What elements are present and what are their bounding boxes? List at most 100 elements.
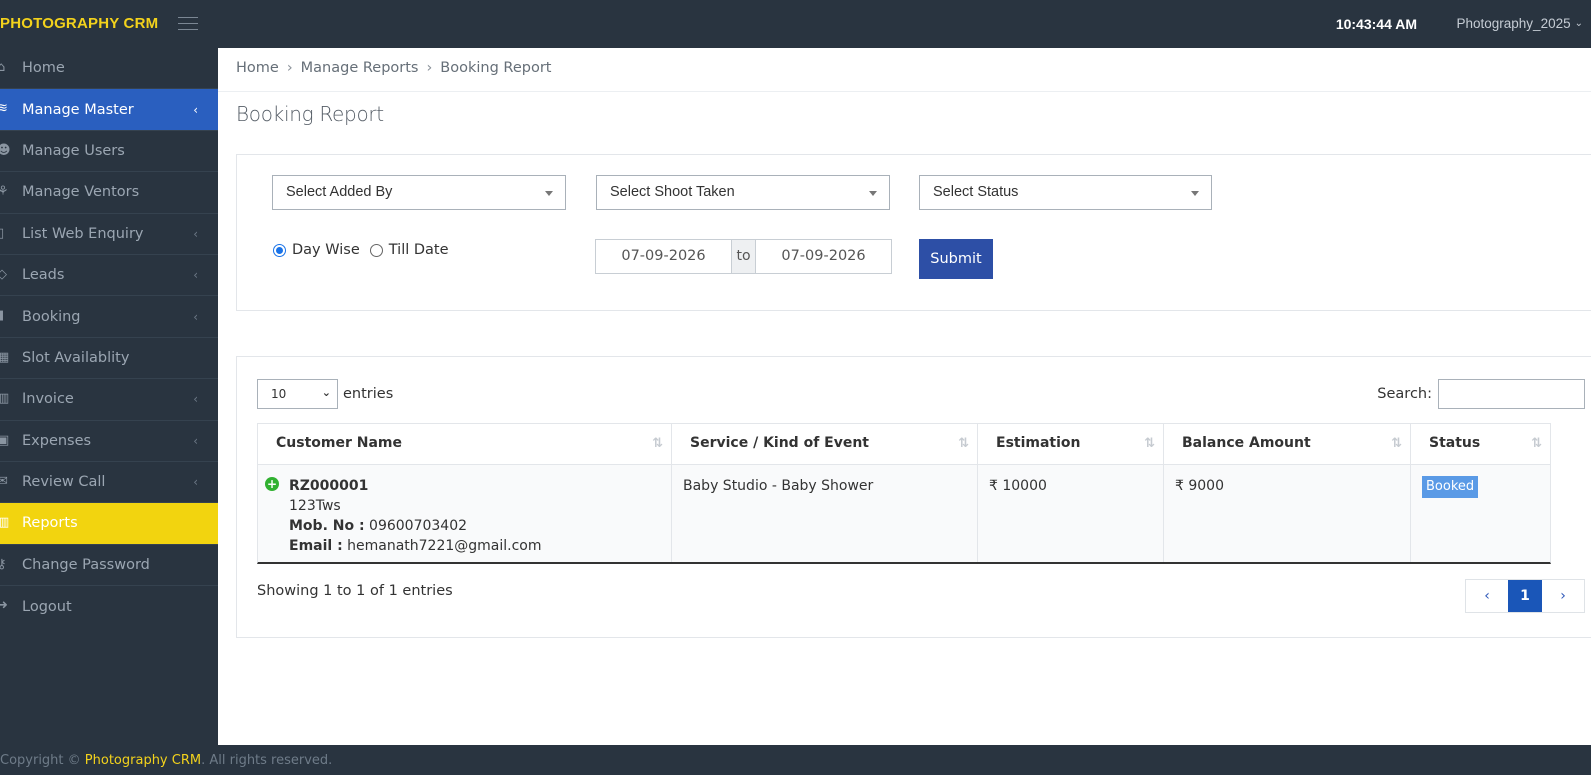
search-input[interactable] <box>1438 379 1585 409</box>
chevron-down-icon: ⌄ <box>321 386 331 399</box>
menu-toggle-icon[interactable] <box>178 17 198 31</box>
footer-copyright-suffix: . All rights reserved. <box>201 753 333 768</box>
column-header-label: Service / Kind of Event <box>690 435 869 451</box>
cell-balance-amount: ₹ 9000 <box>1164 465 1411 562</box>
sidebar-item-list-web-enquiry[interactable]: ▯ List Web Enquiry ‹ <box>0 214 218 255</box>
status-select[interactable]: Select Status <box>919 175 1212 210</box>
sidebar-item-logout[interactable]: ➜ Logout <box>0 586 218 627</box>
table-header-row: Customer Name ⇅ Service / Kind of Event … <box>257 423 1551 465</box>
entries-length-select[interactable]: 10 ⌄ <box>257 379 338 409</box>
bookmark-icon: ▮ <box>0 308 5 324</box>
sidebar-item-home[interactable]: ⌂ Home <box>0 48 218 90</box>
sidebar-item-leads[interactable]: ◇ Leads ‹ <box>0 255 218 297</box>
to-date-input[interactable]: 07-09-2026 <box>756 240 891 273</box>
added-by-select[interactable]: Select Added By <box>272 175 566 210</box>
email-label: Email : <box>289 538 343 554</box>
column-header-label: Status <box>1429 435 1481 451</box>
sidebar-item-reports[interactable]: ▥ Reports <box>0 503 218 545</box>
breadcrumb-home-link[interactable]: Home <box>236 60 279 76</box>
brand-logo-text[interactable]: PHOTOGRAPHY CRM <box>0 15 158 32</box>
list-icon: ▯ <box>0 225 5 241</box>
till-date-label[interactable]: Till Date <box>389 242 449 258</box>
column-header-status[interactable]: Status ⇅ <box>1411 424 1550 464</box>
status-select-value: Select Status <box>933 184 1019 200</box>
sidebar-item-manage-users[interactable]: ☻ Manage Users <box>0 131 218 173</box>
breadcrumb-current: Booking Report <box>440 60 552 76</box>
column-header-balance-amount[interactable]: Balance Amount ⇅ <box>1164 424 1411 464</box>
chevron-left-icon: ‹ <box>193 433 198 448</box>
column-header-label: Customer Name <box>276 435 402 451</box>
sidebar-item-review-call[interactable]: ✉ Review Call ‹ <box>0 462 218 504</box>
sidebar-item-booking[interactable]: ▮ Booking ‹ <box>0 296 218 338</box>
dropdown-arrow-icon <box>545 191 553 196</box>
search-label: Search: <box>1377 386 1432 402</box>
home-icon: ⌂ <box>0 60 6 75</box>
sidebar-item-manage-ventors[interactable]: ⚘ Manage Ventors <box>0 172 218 214</box>
chevron-left-icon: ‹ <box>193 309 198 324</box>
bar-chart-icon: ▥ <box>0 391 10 407</box>
cell-customer: + RZ000001 123Tws Mob. No : 09600703402 … <box>258 465 672 562</box>
from-date-input[interactable]: 07-09-2026 <box>596 240 731 273</box>
key-icon: ⚷ <box>0 556 7 572</box>
users-icon: ☻ <box>0 142 11 158</box>
day-wise-label[interactable]: Day Wise <box>292 242 360 258</box>
sidebar-item-label: Manage Ventors <box>22 184 140 201</box>
sidebar-item-label: Reports <box>22 515 78 532</box>
sidebar-item-invoice[interactable]: ▥ Invoice ‹ <box>0 379 218 421</box>
sidebar-item-label: Manage Users <box>22 142 125 159</box>
column-header-label: Estimation <box>996 435 1081 451</box>
day-wise-radio[interactable] <box>273 243 286 257</box>
mobile-label: Mob. No : <box>289 518 365 534</box>
sidebar-item-label: Home <box>22 60 65 77</box>
shoot-taken-select-value: Select Shoot Taken <box>610 184 735 200</box>
submit-button[interactable]: Submit <box>919 239 993 279</box>
sort-icon: ⇅ <box>958 436 969 451</box>
dropdown-arrow-icon <box>869 191 877 196</box>
vendors-icon: ⚘ <box>0 184 9 200</box>
column-header-customer-name[interactable]: Customer Name ⇅ <box>258 424 672 464</box>
filter-card: Select Added By Select Shoot Taken Selec… <box>236 154 1591 311</box>
till-date-radio[interactable] <box>369 243 383 257</box>
footer-copyright-prefix: Copyright © <box>0 753 85 768</box>
user-menu[interactable]: Photography_2025 ⌄ <box>1457 16 1584 31</box>
pagination-next-button[interactable]: › <box>1542 580 1584 612</box>
footer-brand-link[interactable]: Photography CRM <box>85 753 201 768</box>
table-info: Showing 1 to 1 of 1 entries <box>257 583 453 599</box>
user-name: Photography_2025 <box>1456 16 1571 31</box>
sidebar: ⌂ Home ≋ Manage Master ‹ ☻ Manage Users … <box>0 48 218 745</box>
sidebar-item-label: Expenses <box>22 432 92 449</box>
mobile-number: 09600703402 <box>369 518 468 534</box>
sort-icon: ⇅ <box>1531 436 1542 451</box>
column-header-service[interactable]: Service / Kind of Event ⇅ <box>672 424 978 464</box>
sidebar-item-manage-master[interactable]: ≋ Manage Master ‹ <box>0 89 218 131</box>
top-navbar: PHOTOGRAPHY CRM 10:43:44 AM Photography_… <box>0 0 1591 48</box>
entries-label: entries <box>343 386 394 402</box>
footer: Copyright © Photography CRM. All rights … <box>0 745 1591 775</box>
pagination-prev-button[interactable]: ‹ <box>1466 580 1508 612</box>
breadcrumb: Home › Manage Reports › Booking Report <box>236 60 551 76</box>
report-chart-icon: ▥ <box>0 515 10 531</box>
breadcrumb-separator: › <box>286 60 293 76</box>
sort-icon: ⇅ <box>652 436 663 451</box>
table-row: + RZ000001 123Tws Mob. No : 09600703402 … <box>257 465 1551 564</box>
pagination-page-1[interactable]: 1 <box>1508 580 1542 612</box>
shoot-taken-select[interactable]: Select Shoot Taken <box>596 175 890 210</box>
logout-icon: ➜ <box>0 598 8 614</box>
cell-estimation: ₹ 10000 <box>978 465 1164 562</box>
date-range-to-label: to <box>731 240 756 273</box>
sidebar-item-slot-availablity[interactable]: ▦ Slot Availablity <box>0 338 218 380</box>
breadcrumb-manage-reports-link[interactable]: Manage Reports <box>301 60 419 76</box>
sidebar-item-expenses[interactable]: ▣ Expenses ‹ <box>0 421 218 462</box>
breadcrumb-divider <box>218 91 1591 92</box>
pagination: ‹ 1 › <box>1465 579 1585 613</box>
diamond-icon: ◇ <box>0 266 7 282</box>
expand-row-plus-icon[interactable]: + <box>265 477 279 491</box>
date-range-group: 07-09-2026 to 07-09-2026 <box>595 239 892 274</box>
sidebar-item-change-password[interactable]: ⚷ Change Password <box>0 545 218 587</box>
entries-length-control: 10 ⌄ entries <box>257 379 393 409</box>
column-header-estimation[interactable]: Estimation ⇅ <box>978 424 1164 464</box>
sidebar-item-label: Booking <box>22 308 81 325</box>
customer-name: 123Tws <box>289 498 341 514</box>
sidebar-item-label: Change Password <box>22 556 150 573</box>
sidebar-item-label: Manage Master <box>22 101 134 118</box>
